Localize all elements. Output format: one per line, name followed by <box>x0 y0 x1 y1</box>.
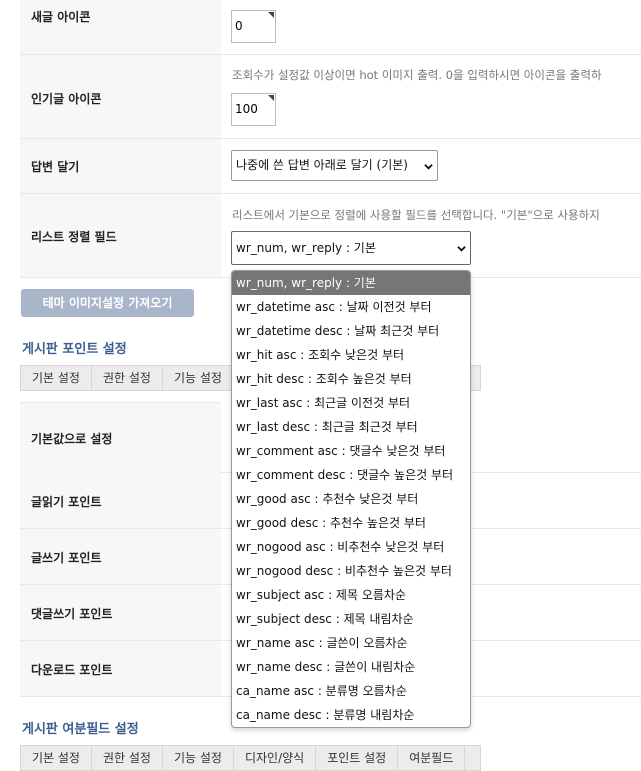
tab-design[interactable]: 디자인/양식 <box>234 746 317 770</box>
theme-image-settings-button[interactable]: 테마 이미지설정 가져오기 <box>21 289 194 317</box>
row-sort-label: 리스트 정렬 필드 <box>31 230 117 244</box>
tab-function[interactable]: 기능 설정 <box>163 746 234 770</box>
chevron-down-icon <box>424 164 433 170</box>
sort-option[interactable]: wr_name asc : 글쓴이 오름차순 <box>232 631 470 655</box>
new-icon-value: 0 <box>235 19 243 33</box>
spinner-corner-icon[interactable] <box>268 95 274 101</box>
extra-section-title: 게시판 여분필드 설정 <box>22 722 139 737</box>
sort-option[interactable]: wr_datetime asc : 날짜 이전것 부터 <box>232 295 470 319</box>
tab-point[interactable]: 포인트 설정 <box>316 746 399 770</box>
sort-select[interactable]: wr_num, wr_reply : 기본 <box>231 231 471 265</box>
row-download-point-label: 다운로드 포인트 <box>31 663 113 677</box>
row-point-default-label: 기본값으로 설정 <box>31 432 113 446</box>
sort-option[interactable]: wr_hit desc : 조회수 높은것 부터 <box>232 367 470 391</box>
row-reply-label: 답변 달기 <box>31 160 80 174</box>
sort-option[interactable]: wr_datetime desc : 날짜 최근것 부터 <box>232 319 470 343</box>
hot-icon-value: 100 <box>235 102 258 116</box>
spinner-corner-icon[interactable] <box>268 12 274 18</box>
sort-option[interactable]: wr_good desc : 추천수 높은것 부터 <box>232 511 470 535</box>
tab-basic[interactable]: 기본 설정 <box>21 366 92 390</box>
row-hot-icon-label: 인기글 아이콘 <box>31 92 102 106</box>
hot-icon-input[interactable]: 100 <box>231 93 276 126</box>
row-write-point-label: 글쓰기 포인트 <box>31 551 102 565</box>
sort-option[interactable]: wr_subject asc : 제목 오름차순 <box>232 583 470 607</box>
sort-select-value: wr_num, wr_reply : 기본 <box>236 241 376 255</box>
extra-section-tabs: 기본 설정 권한 설정 기능 설정 디자인/양식 포인트 설정 여분필드 <box>20 745 481 771</box>
sort-option[interactable]: wr_num, wr_reply : 기본 <box>232 271 470 295</box>
row-read-point-label: 글읽기 포인트 <box>31 495 102 509</box>
new-icon-input[interactable]: 0 <box>231 10 276 43</box>
sort-option[interactable]: wr_name desc : 글쓴이 내림차순 <box>232 655 470 679</box>
row-new-icon-value-cell <box>221 0 641 55</box>
reply-select-value: 나중에 쓴 답변 아래로 달기 (기본) <box>236 158 408 172</box>
sort-option[interactable]: ca_name asc : 분류명 오름차순 <box>232 679 470 703</box>
sort-option[interactable]: wr_good asc : 추천수 낮은것 부터 <box>232 487 470 511</box>
hot-icon-help: 조회수가 설정값 이상이면 hot 이미지 출력. 0을 입력하시면 아이콘을 … <box>232 68 602 82</box>
sort-help: 리스트에서 기본으로 정렬에 사용할 필드를 선택합니다. "기본"으로 사용하… <box>232 208 600 222</box>
tab-function[interactable]: 기능 설정 <box>163 366 234 390</box>
row-comment-point-label: 댓글쓰기 포인트 <box>31 607 113 621</box>
sort-dropdown-list[interactable]: wr_num, wr_reply : 기본 wr_datetime asc : … <box>231 270 471 728</box>
tab-basic[interactable]: 기본 설정 <box>21 746 92 770</box>
tab-extra-fields[interactable]: 여분필드 <box>398 746 466 770</box>
sort-option[interactable]: wr_nogood desc : 비추천수 높은것 부터 <box>232 559 470 583</box>
row-new-icon-label: 새글 아이콘 <box>31 10 91 24</box>
sort-option[interactable]: wr_nogood asc : 비추천수 낮은것 부터 <box>232 535 470 559</box>
sort-option[interactable]: wr_hit asc : 조회수 낮은것 부터 <box>232 343 470 367</box>
sort-option[interactable]: wr_last desc : 최근글 최근것 부터 <box>232 415 470 439</box>
point-section-title: 게시판 포인트 설정 <box>22 342 127 357</box>
tab-permission[interactable]: 권한 설정 <box>92 746 163 770</box>
sort-option[interactable]: wr_comment desc : 댓글수 높은것 부터 <box>232 463 470 487</box>
sort-option[interactable]: wr_last asc : 최근글 이전것 부터 <box>232 391 470 415</box>
reply-select[interactable]: 나중에 쓴 답변 아래로 달기 (기본) <box>231 150 438 181</box>
sort-option[interactable]: ca_name desc : 분류명 내림차순 <box>232 703 470 727</box>
chevron-down-icon <box>457 246 466 252</box>
tab-permission[interactable]: 권한 설정 <box>92 366 163 390</box>
sort-option[interactable]: wr_comment asc : 댓글수 낮은것 부터 <box>232 439 470 463</box>
sort-option[interactable]: wr_subject desc : 제목 내림차순 <box>232 607 470 631</box>
